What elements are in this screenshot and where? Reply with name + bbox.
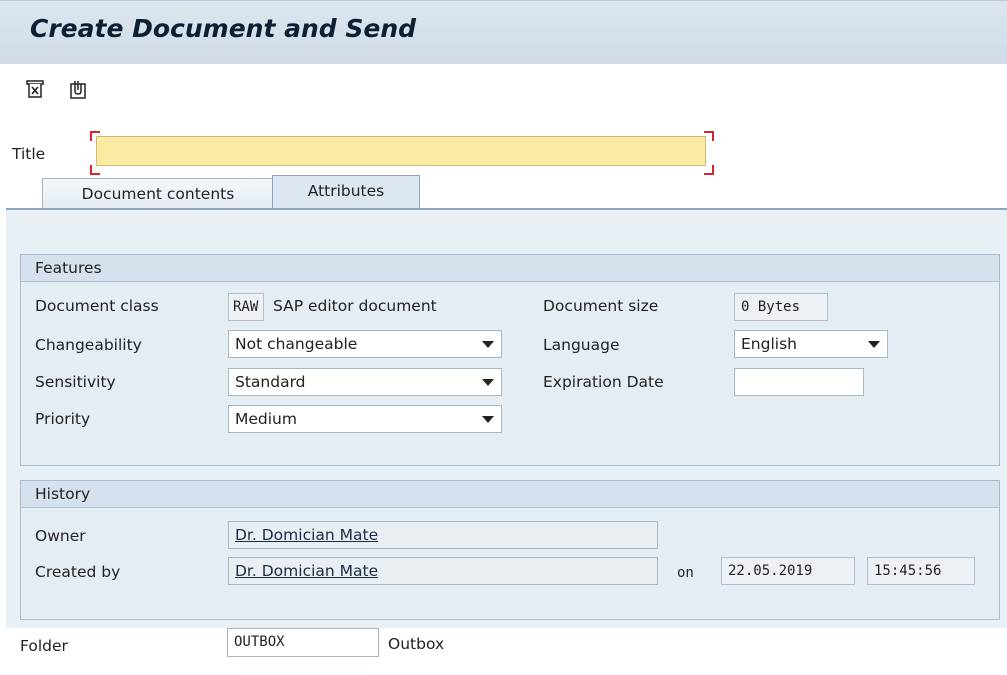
required-marker bbox=[704, 165, 714, 175]
delete-document-icon[interactable] bbox=[25, 78, 47, 100]
tab-document-contents[interactable]: Document contents bbox=[42, 178, 274, 210]
document-size-label: Document size bbox=[543, 297, 659, 315]
application-toolbar bbox=[0, 64, 1007, 120]
document-class-description: SAP editor document bbox=[273, 297, 437, 315]
changeability-value: Not changeable bbox=[235, 335, 358, 353]
history-group: History Owner Dr. Domician Mate Created … bbox=[20, 480, 1000, 620]
title-input[interactable] bbox=[96, 136, 706, 166]
priority-label: Priority bbox=[35, 410, 91, 428]
folder-label: Folder bbox=[20, 637, 68, 655]
document-size-value: 0 Bytes bbox=[734, 293, 828, 321]
chevron-down-icon bbox=[482, 341, 494, 348]
created-by-label: Created by bbox=[35, 563, 121, 581]
created-by-value[interactable]: Dr. Domician Mate bbox=[228, 557, 658, 585]
attach-document-icon[interactable] bbox=[67, 78, 89, 100]
priority-select[interactable]: Medium bbox=[228, 405, 502, 433]
history-heading: History bbox=[21, 481, 999, 508]
chevron-down-icon bbox=[482, 416, 494, 423]
required-marker bbox=[90, 165, 100, 175]
document-class-code: RAW bbox=[228, 293, 264, 321]
required-marker bbox=[90, 131, 100, 141]
language-label: Language bbox=[543, 336, 620, 354]
folder-description: Outbox bbox=[388, 635, 445, 653]
language-select[interactable]: English bbox=[734, 330, 888, 358]
chevron-down-icon bbox=[482, 379, 494, 386]
sensitivity-value: Standard bbox=[235, 373, 306, 391]
expiration-date-label: Expiration Date bbox=[543, 373, 664, 391]
features-group: Features Document class RAW SAP editor d… bbox=[20, 254, 1000, 466]
priority-value: Medium bbox=[235, 410, 297, 428]
sensitivity-select[interactable]: Standard bbox=[228, 368, 502, 396]
chevron-down-icon bbox=[868, 341, 880, 348]
title-label: Title bbox=[12, 145, 46, 163]
features-heading: Features bbox=[21, 255, 999, 282]
sensitivity-label: Sensitivity bbox=[35, 373, 116, 391]
owner-value[interactable]: Dr. Domician Mate bbox=[228, 521, 658, 549]
created-on-label: on bbox=[677, 565, 694, 581]
owner-label: Owner bbox=[35, 527, 86, 545]
created-time: 15:45:56 bbox=[867, 557, 975, 585]
attributes-panel: Features Document class RAW SAP editor d… bbox=[6, 208, 1007, 628]
required-marker bbox=[704, 131, 714, 141]
language-value: English bbox=[741, 335, 797, 353]
created-date: 22.05.2019 bbox=[721, 557, 855, 585]
folder-input[interactable]: OUTBOX bbox=[227, 628, 379, 657]
tab-attributes[interactable]: Attributes bbox=[272, 175, 420, 210]
expiration-date-input[interactable] bbox=[734, 368, 864, 396]
document-class-label: Document class bbox=[35, 297, 159, 315]
changeability-label: Changeability bbox=[35, 336, 142, 354]
page-title: Create Document and Send bbox=[30, 14, 417, 43]
changeability-select[interactable]: Not changeable bbox=[228, 330, 502, 358]
